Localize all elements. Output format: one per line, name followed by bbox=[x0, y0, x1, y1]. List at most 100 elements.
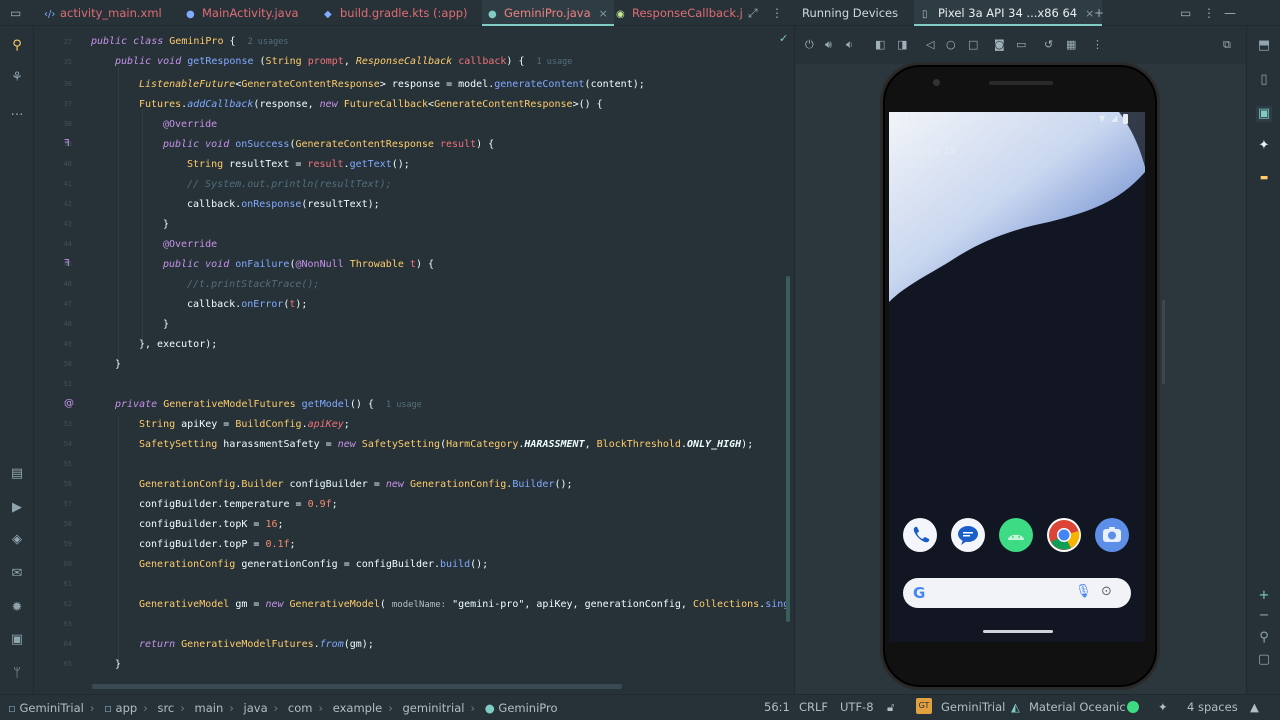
file-icon[interactable]: ▯ bbox=[1256, 72, 1272, 88]
annotation-gutter-icon[interactable]: @ bbox=[64, 398, 74, 409]
more-tools-icon[interactable]: … bbox=[9, 104, 25, 120]
cursor-position[interactable]: 56:1 bbox=[764, 700, 790, 714]
screenshot-icon[interactable]: ◙ bbox=[994, 38, 1005, 52]
logcat-icon[interactable]: ✉ bbox=[9, 566, 25, 582]
chrome-app-icon[interactable] bbox=[1047, 518, 1081, 552]
phone-date: Sun, Jul 28 bbox=[903, 146, 957, 157]
tab-build-gradle[interactable]: ◆ build.gradle.kts (:app) bbox=[324, 0, 468, 26]
close-icon[interactable]: × bbox=[599, 7, 608, 20]
new-badge-icon[interactable]: ▬ bbox=[1256, 170, 1272, 186]
gemini-icon[interactable]: ✦ bbox=[1256, 138, 1272, 154]
phone-app-icon[interactable] bbox=[903, 518, 937, 552]
file-encoding[interactable]: UTF-8 bbox=[840, 700, 874, 714]
breadcrumb-item[interactable]: java bbox=[244, 701, 268, 715]
camera-app-icon[interactable] bbox=[1095, 518, 1129, 552]
device-toolbar: ⏻ 🔊︎ 🔉︎ ◧ ◨ ◁ ○ □ ◙ ▭ ↺ ▦ ⋮ ⧉ bbox=[795, 26, 1247, 64]
reset-icon[interactable]: ↺ bbox=[1044, 38, 1053, 52]
close-icon[interactable]: × bbox=[1085, 7, 1094, 20]
gem-icon[interactable]: ◈ bbox=[9, 532, 25, 548]
android-app-icon[interactable] bbox=[999, 518, 1033, 552]
notifications-icon[interactable]: ⬒ bbox=[1256, 38, 1272, 54]
indent-guide bbox=[118, 416, 119, 668]
tab-main-activity[interactable]: ● MainActivity.java bbox=[186, 0, 299, 26]
phone-screen[interactable]: 11:11 ⚙ ▼ ◢ Sun, Jul 28 G 🎙︎ ⊙ bbox=[889, 112, 1145, 642]
code-line: //t.printStackTrace(); bbox=[187, 279, 320, 290]
line-number: 51 bbox=[63, 380, 72, 388]
line-number: 48 bbox=[63, 320, 72, 328]
tab-activity-main[interactable]: ‹/› activity_main.xml bbox=[44, 0, 162, 26]
project-name[interactable]: GeminiTrial bbox=[941, 700, 1005, 714]
breadcrumb-item[interactable]: geminitrial bbox=[403, 701, 465, 715]
volume-down-icon[interactable]: 🔉︎ bbox=[846, 38, 853, 52]
zoom-out-icon[interactable]: − bbox=[1256, 608, 1272, 624]
status-bar: ▫ GeminiTrial › ▫ app › src › main › java › c… bbox=[0, 694, 1280, 720]
more-options-icon[interactable]: ⋮ bbox=[1092, 38, 1103, 52]
commit-icon[interactable]: ⚲ bbox=[9, 38, 25, 54]
line-ending[interactable]: CRLF bbox=[799, 700, 828, 714]
override-gutter-icon[interactable]: ꟻ bbox=[64, 258, 70, 269]
mirror-icon[interactable]: ▦ bbox=[1066, 38, 1076, 52]
breadcrumb-item[interactable]: app bbox=[116, 701, 138, 715]
volume-up-icon[interactable]: 🔊︎ bbox=[825, 38, 832, 52]
add-tab-icon[interactable]: + bbox=[1094, 5, 1104, 21]
google-search-bar[interactable]: G 🎙︎ ⊙ bbox=[903, 578, 1131, 608]
tab-running-devices[interactable]: Running Devices bbox=[802, 0, 898, 26]
horizontal-scrollbar[interactable] bbox=[92, 684, 622, 689]
breadcrumb-item[interactable]: example bbox=[333, 701, 383, 715]
restore-window-icon[interactable]: ▭ bbox=[1180, 5, 1191, 21]
camera-dot bbox=[933, 79, 940, 86]
tab-response-callback[interactable]: ◉ ResponseCallback.j bbox=[616, 0, 743, 26]
speaker-grill bbox=[989, 81, 1053, 85]
bug-icon[interactable]: ✹ bbox=[9, 600, 25, 616]
indent-setting[interactable]: 4 spaces bbox=[1187, 700, 1238, 714]
device-manager-icon[interactable]: ⧉ bbox=[1223, 38, 1231, 52]
more-options-icon[interactable]: ⋮ bbox=[771, 5, 783, 21]
override-gutter-icon[interactable]: ꟻ bbox=[64, 138, 70, 149]
status-indicator-icon[interactable] bbox=[1127, 701, 1139, 713]
vertical-scrollbar[interactable] bbox=[786, 276, 790, 622]
zoom-in-icon[interactable]: + bbox=[1256, 588, 1272, 604]
code-line: return GenerativeModelFutures.from(gm); bbox=[139, 639, 374, 650]
ai-assist-icon[interactable]: ✦ bbox=[1158, 700, 1168, 714]
rotate-left-icon[interactable]: ◧ bbox=[875, 38, 885, 52]
phone-status-bar: 11:11 ⚙ ▼ ◢ bbox=[889, 112, 1145, 128]
zoom-actual-icon[interactable]: ▢ bbox=[1256, 652, 1272, 668]
lens-icon[interactable]: ⊙ bbox=[1101, 584, 1112, 599]
zoom-fit-icon[interactable]: ⚲ bbox=[1256, 630, 1272, 646]
more-options-icon[interactable]: ⋮ bbox=[1203, 5, 1215, 21]
messages-app-icon[interactable] bbox=[951, 518, 985, 552]
back-icon[interactable]: ◁ bbox=[926, 38, 934, 52]
rotate-right-icon[interactable]: ◨ bbox=[897, 38, 907, 52]
git-branch-icon[interactable]: ᛘ bbox=[9, 666, 25, 682]
console-icon[interactable]: ▣ bbox=[9, 632, 25, 648]
run-icon[interactable]: ▶ bbox=[9, 500, 25, 516]
microphone-icon[interactable]: 🎙︎ bbox=[1075, 584, 1092, 599]
structure-icon[interactable]: ⚘ bbox=[9, 70, 25, 86]
memory-indicator-icon[interactable]: ▲ bbox=[1250, 700, 1259, 714]
overview-icon[interactable]: □ bbox=[968, 38, 978, 52]
breadcrumb-item[interactable]: com bbox=[288, 701, 313, 715]
record-icon[interactable]: ▭ bbox=[1016, 38, 1026, 52]
checkmark-icon: ✓ bbox=[779, 32, 789, 45]
code-editor[interactable]: public class GeminiPro { 2 usages public… bbox=[88, 26, 792, 686]
code-line: } bbox=[163, 319, 170, 330]
home-icon[interactable]: ○ bbox=[946, 38, 956, 52]
breadcrumb-item[interactable]: src bbox=[157, 701, 174, 715]
running-devices-icon[interactable]: ▣ bbox=[1256, 106, 1272, 122]
lock-icon[interactable]: 🔓︎ bbox=[887, 700, 894, 715]
minimize-icon[interactable]: — bbox=[1224, 5, 1236, 21]
expand-icon[interactable]: ⤢ bbox=[748, 5, 758, 21]
window-icon[interactable]: ▭ bbox=[10, 5, 21, 21]
breadcrumb-item[interactable]: GeminiTrial bbox=[19, 701, 83, 715]
tab-gemini-pro[interactable]: ● GeminiPro.java × bbox=[482, 0, 614, 26]
power-icon[interactable]: ⏻ bbox=[805, 38, 814, 52]
code-line: ListenableFuture<GenerateContentResponse… bbox=[139, 79, 645, 90]
line-number: 59 bbox=[63, 540, 72, 548]
breadcrumb-item[interactable]: main bbox=[195, 701, 224, 715]
tab-device-pixel[interactable]: ▯ Pixel 3a API 34 ...x86 64 × bbox=[914, 0, 1103, 26]
breadcrumb-item[interactable]: GeminiPro bbox=[498, 701, 557, 715]
gesture-nav-pill[interactable] bbox=[983, 630, 1053, 633]
theme-name[interactable]: Material Oceanic bbox=[1029, 700, 1126, 714]
code-line: public void getResponse (String prompt, … bbox=[115, 56, 573, 67]
terminal-icon[interactable]: ▤ bbox=[9, 466, 25, 482]
